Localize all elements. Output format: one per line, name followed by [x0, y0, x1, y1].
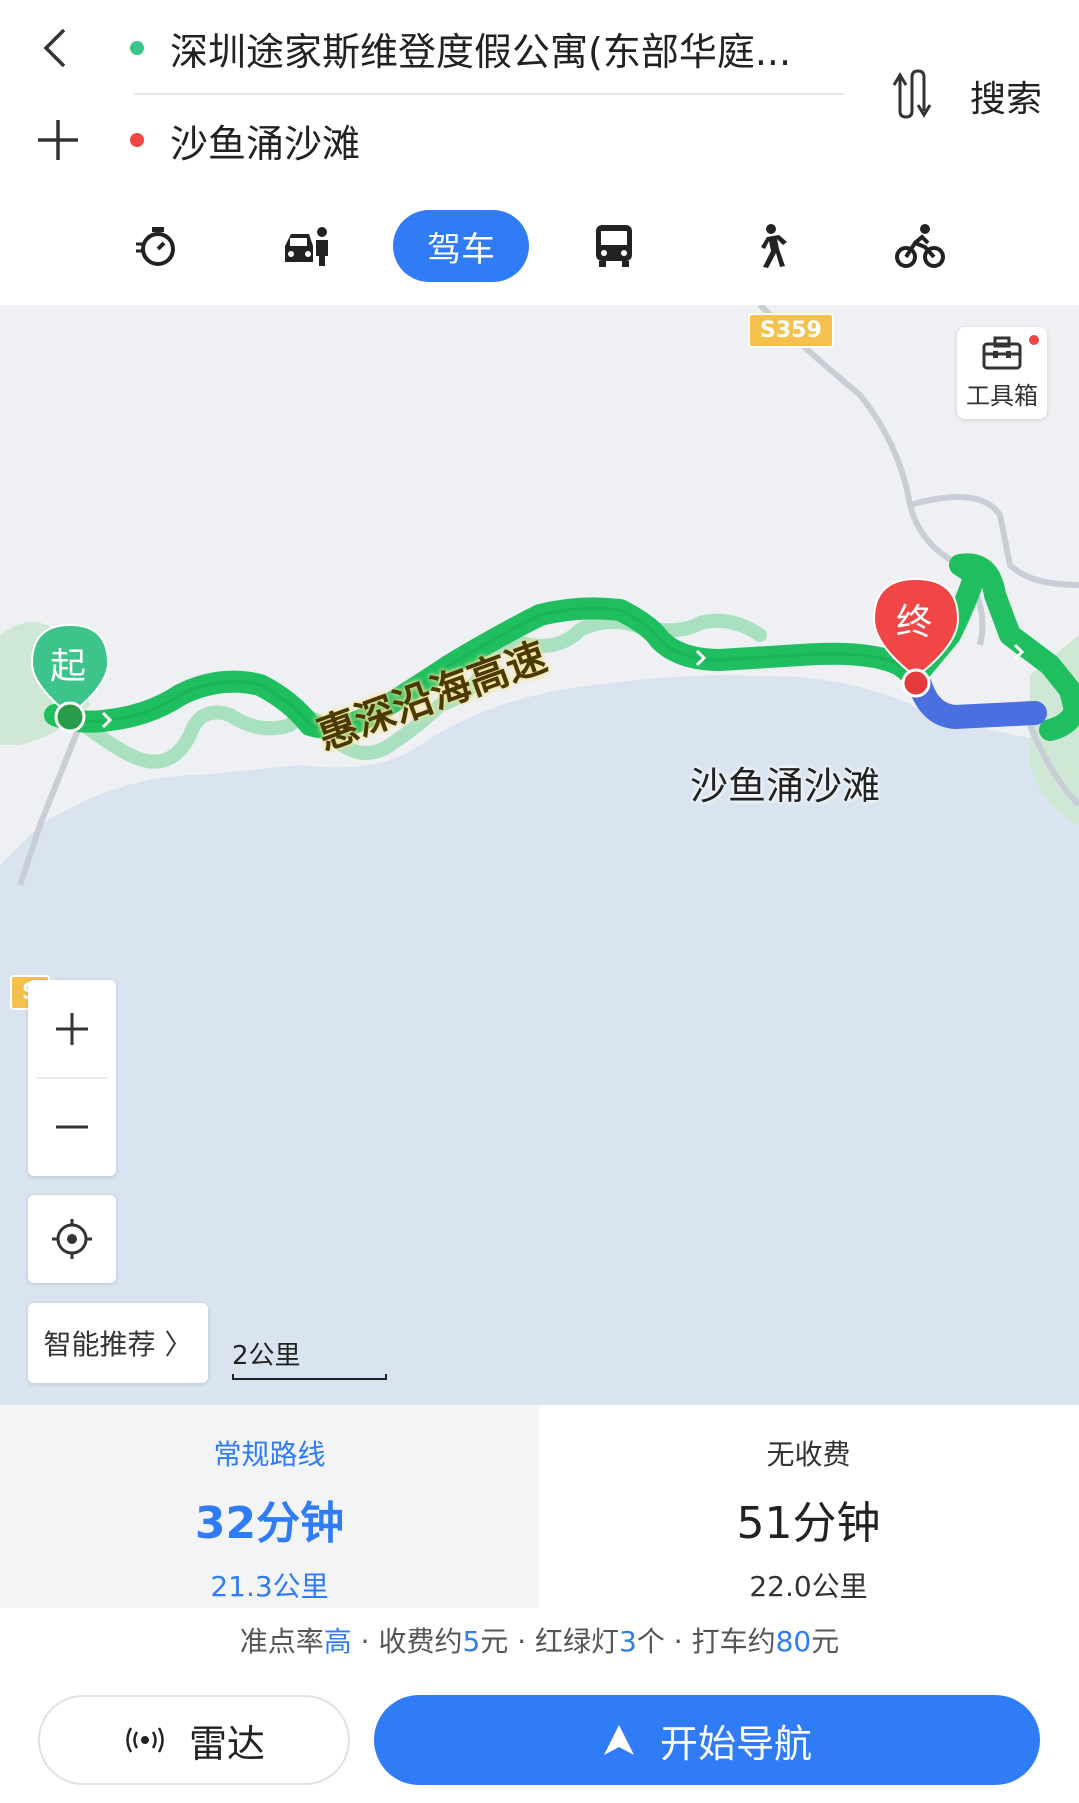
bus-icon	[596, 225, 632, 267]
toolbox-button[interactable]: 工具箱	[957, 327, 1047, 419]
zoom-out-button[interactable]	[28, 1078, 116, 1176]
start-marker-label: 起	[50, 646, 87, 687]
route-name: 无收费	[766, 1438, 851, 1471]
taxi-label: 打车约	[691, 1625, 776, 1658]
tab-walk[interactable]	[733, 210, 805, 282]
route-options: 常规路线 32分钟 21.3公里 无收费 51分钟 22.0公里	[0, 1405, 1079, 1608]
highway-badge-s359: S359	[748, 313, 834, 348]
tab-bus[interactable]	[578, 210, 650, 282]
route-summary: 准点率高 · 收费约5元 · 红绿灯3个 · 打车约80元	[0, 1620, 1079, 1670]
chevron-left-icon	[43, 28, 66, 68]
start-navigation-button[interactable]: 开始导航	[374, 1695, 1040, 1785]
toolbox-icon	[982, 336, 1022, 369]
radar-label: 雷达	[188, 1721, 265, 1766]
toll-label: 收费约	[378, 1625, 463, 1658]
route-time: 51分钟	[736, 1498, 881, 1549]
lights-label: 红绿灯	[535, 1625, 620, 1658]
start-location-text: 深圳途家斯维登度假公寓(东部华庭...	[170, 29, 792, 74]
navigation-arrow-icon	[603, 1725, 634, 1755]
radar-icon	[126, 1727, 164, 1753]
taxi-value: 80	[775, 1625, 812, 1658]
separator: ·	[508, 1625, 536, 1658]
travel-mode-tabs: 驾车	[0, 210, 1079, 282]
car-taxi-icon	[285, 227, 328, 266]
minus-icon	[56, 1125, 88, 1129]
route-name: 常规路线	[213, 1438, 326, 1471]
separator: ·	[664, 1625, 692, 1658]
route-header: 深圳途家斯维登度假公寓(东部华庭... 沙鱼涌沙滩 搜索 驾车	[0, 0, 1079, 305]
route-option-regular[interactable]: 常规路线 32分钟 21.3公里	[0, 1405, 539, 1608]
end-marker-label: 终	[896, 602, 933, 643]
plus-icon	[38, 120, 78, 160]
tab-taxi[interactable]	[270, 210, 342, 282]
end-location-text: 沙鱼涌沙滩	[170, 121, 361, 166]
on-time-value: 高	[323, 1625, 352, 1658]
location-divider	[134, 93, 844, 95]
tab-timer[interactable]	[120, 210, 192, 282]
radar-button[interactable]: 雷达	[38, 1695, 350, 1785]
lights-unit: 个	[636, 1625, 665, 1658]
route-distance: 22.0公里	[749, 1570, 868, 1603]
locate-me-button[interactable]	[28, 1195, 116, 1283]
tab-driving[interactable]: 驾车	[393, 210, 529, 282]
scale-label: 2公里	[232, 1341, 301, 1371]
plus-icon	[56, 1013, 88, 1045]
toll-value: 5	[462, 1625, 481, 1658]
smart-recommend-button[interactable]: 智能推荐 〉	[28, 1303, 208, 1383]
on-time-label: 准点率	[239, 1625, 324, 1658]
separator: ·	[351, 1625, 379, 1658]
zoom-in-button[interactable]	[28, 980, 116, 1078]
search-button[interactable]: 搜索	[970, 70, 1042, 122]
notification-dot	[1029, 335, 1039, 345]
start-navigation-label: 开始导航	[659, 1721, 812, 1766]
end-location-field[interactable]: 沙鱼涌沙滩	[130, 100, 850, 180]
timer-icon	[136, 227, 175, 266]
lights-value: 3	[619, 1625, 637, 1658]
route-time: 32分钟	[194, 1498, 345, 1549]
scale-bar	[232, 1374, 387, 1380]
route-distance: 21.3公里	[210, 1570, 329, 1603]
swap-icon	[892, 69, 932, 119]
start-dot-icon	[130, 41, 144, 55]
destination-map-label: 沙鱼涌沙滩	[690, 764, 881, 808]
zoom-controls	[28, 980, 116, 1176]
crosshair-icon	[52, 1219, 92, 1259]
route-map[interactable]: 起 终 S359 S 惠深沿海高速 沙鱼涌沙滩 工具箱	[0, 305, 1079, 1405]
back-button[interactable]	[30, 18, 80, 78]
swap-locations-button[interactable]	[880, 62, 940, 126]
end-dot-icon	[130, 133, 144, 147]
toll-unit: 元	[480, 1625, 509, 1658]
map-scale: 2公里	[232, 1335, 387, 1380]
tab-bike[interactable]	[884, 210, 956, 282]
taxi-unit: 元	[811, 1625, 840, 1658]
map-canvas	[0, 305, 1079, 1405]
start-location-field[interactable]: 深圳途家斯维登度假公寓(东部华庭...	[130, 8, 850, 88]
bike-icon	[895, 224, 945, 268]
walk-icon	[761, 224, 787, 268]
route-option-no-toll[interactable]: 无收费 51分钟 22.0公里	[539, 1405, 1078, 1608]
add-waypoint-button[interactable]	[30, 112, 86, 168]
toolbox-label: 工具箱	[966, 381, 1038, 410]
tab-driving-label: 驾车	[427, 229, 495, 270]
